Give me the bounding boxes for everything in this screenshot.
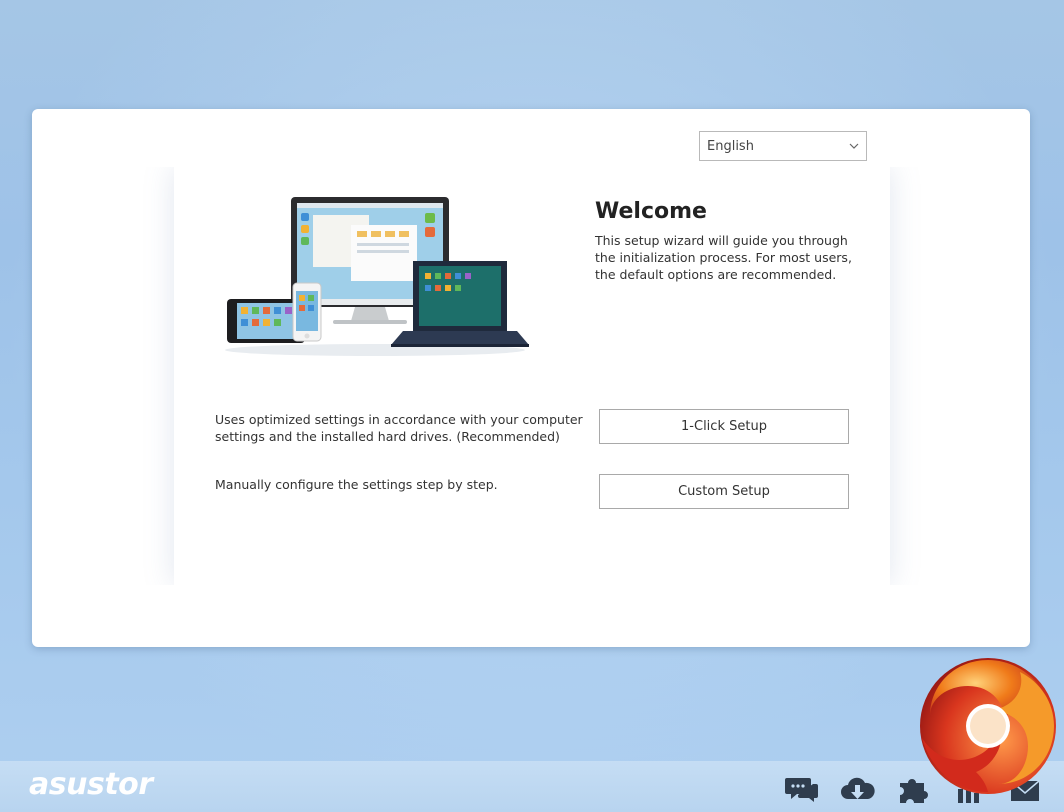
one-click-setup-description: Uses optimized settings in accordance wi… xyxy=(215,412,583,444)
custom-setup-button[interactable]: Custom Setup xyxy=(599,474,849,509)
asustor-logo: asustor xyxy=(29,767,153,802)
chat-icon[interactable] xyxy=(784,775,820,805)
language-select[interactable]: English xyxy=(699,131,867,161)
chevron-down-icon xyxy=(849,143,859,149)
custom-setup-description: Manually configure the settings step by … xyxy=(215,477,498,492)
setup-wizard-window: English Welcome This setup wizard will g… xyxy=(32,109,1030,647)
one-click-setup-button[interactable]: 1-Click Setup xyxy=(599,409,849,444)
page-title: Welcome xyxy=(595,199,707,224)
taskbar: asustor xyxy=(0,761,1064,812)
swirl-logo-watermark xyxy=(920,658,1056,794)
welcome-description: This setup wizard will guide you through… xyxy=(595,233,852,282)
cloud-download-icon[interactable] xyxy=(840,775,876,805)
language-select-value: English xyxy=(707,139,754,154)
devices-illustration xyxy=(225,197,529,356)
